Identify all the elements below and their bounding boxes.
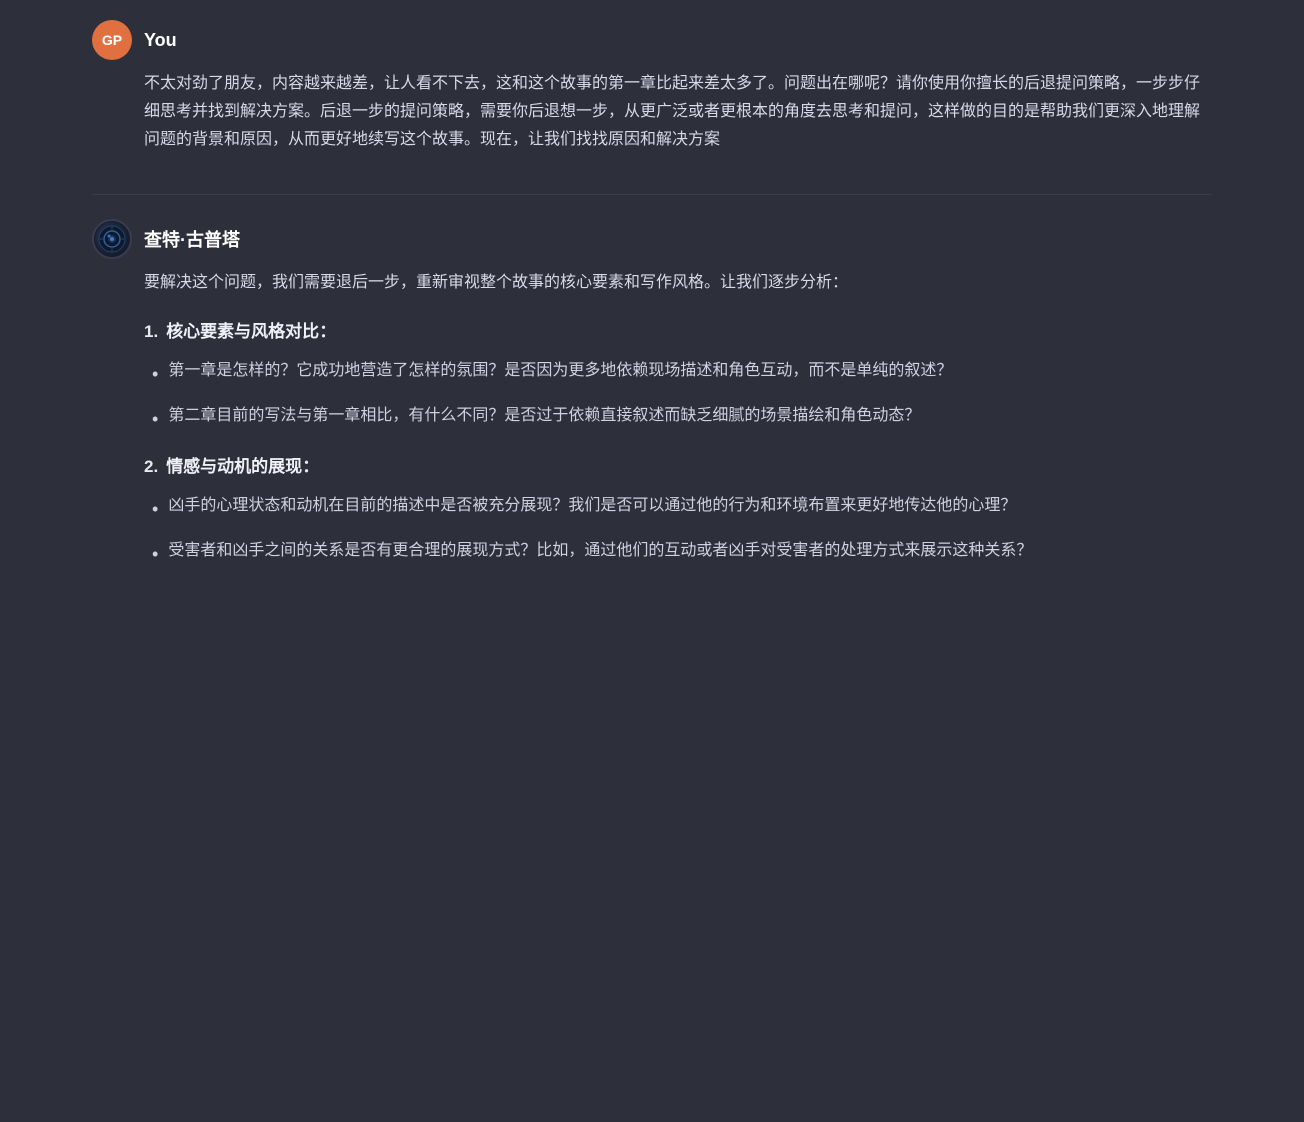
bot-avatar-icon [98, 225, 126, 253]
section-2-title-bold: 情感与动机的展现 [166, 457, 302, 476]
bot-message-block: 查特·古普塔 要解决这个问题，我们需要退后一步，重新审视整个故事的核心要素和写作… [92, 219, 1212, 587]
section-1-header: 1. 核心要素与风格对比： [144, 317, 1212, 347]
bullet-dot-2-2: • [152, 539, 158, 571]
bullet-item-2-1: • 凶手的心理状态和动机在目前的描述中是否被充分展现？我们是否可以通过他的行为和… [152, 492, 1212, 526]
section-2-bullets: • 凶手的心理状态和动机在目前的描述中是否被充分展现？我们是否可以通过他的行为和… [152, 492, 1212, 571]
bot-avatar [92, 219, 132, 259]
bullet-item-1-2: • 第二章目前的写法与第一章相比，有什么不同？是否过于依赖直接叙述而缺乏细腻的场… [152, 402, 1212, 436]
message-divider [92, 194, 1212, 195]
section-1-colon: ： [319, 322, 336, 341]
user-message-text: 不太对劲了朋友，内容越来越差，让人看不下去，这和这个故事的第一章比起来差太多了。… [144, 70, 1212, 154]
bullet-text-2-1: 凶手的心理状态和动机在目前的描述中是否被充分展现？我们是否可以通过他的行为和环境… [168, 492, 1016, 520]
bot-intro-text: 要解决这个问题，我们需要退后一步，重新审视整个故事的核心要素和写作风格。让我们逐… [144, 269, 1212, 297]
bot-sections-list: 1. 核心要素与风格对比： • 第一章是怎样的？它成功地营造了怎样的氛围？是否因… [144, 317, 1212, 571]
section-1-title: 核心要素与风格对比： [166, 317, 336, 347]
bullet-text-1-1: 第一章是怎样的？它成功地营造了怎样的氛围？是否因为更多地依赖现场描述和角色互动，… [168, 357, 952, 385]
section-2-colon: ： [302, 457, 319, 476]
section-2-title: 情感与动机的展现： [166, 452, 319, 482]
bullet-text-1-2: 第二章目前的写法与第一章相比，有什么不同？是否过于依赖直接叙述而缺乏细腻的场景描… [168, 402, 920, 430]
user-avatar: GP [92, 20, 132, 60]
bot-message-header: 查特·古普塔 [92, 219, 1212, 259]
section-item-2: 2. 情感与动机的展现： • 凶手的心理状态和动机在目前的描述中是否被充分展现？… [144, 452, 1212, 571]
section-item-1: 1. 核心要素与风格对比： • 第一章是怎样的？它成功地营造了怎样的氛围？是否因… [144, 317, 1212, 436]
bullet-dot-1-2: • [152, 404, 158, 436]
bullet-text-2-2: 受害者和凶手之间的关系是否有更合理的展现方式？比如，通过他们的互动或者凶手对受害… [168, 537, 1032, 565]
user-message-block: GP You 不太对劲了朋友，内容越来越差，让人看不下去，这和这个故事的第一章比… [92, 20, 1212, 162]
section-1-title-bold: 核心要素与风格对比 [166, 322, 319, 341]
user-username: You [144, 30, 177, 51]
user-message-content: 不太对劲了朋友，内容越来越差，让人看不下去，这和这个故事的第一章比起来差太多了。… [144, 70, 1212, 162]
bot-username: 查特·古普塔 [144, 226, 240, 252]
section-2-header: 2. 情感与动机的展现： [144, 452, 1212, 482]
bullet-dot-1-1: • [152, 359, 158, 391]
section-1-number: 1. [144, 317, 158, 347]
bullet-item-1-1: • 第一章是怎样的？它成功地营造了怎样的氛围？是否因为更多地依赖现场描述和角色互… [152, 357, 1212, 391]
user-message-header: GP You [92, 20, 1212, 60]
section-2-number: 2. [144, 452, 158, 482]
bot-message-content: 要解决这个问题，我们需要退后一步，重新审视整个故事的核心要素和写作风格。让我们逐… [144, 269, 1212, 587]
bot-avatar-inner [95, 222, 129, 256]
chat-container: GP You 不太对劲了朋友，内容越来越差，让人看不下去，这和这个故事的第一章比… [52, 0, 1252, 607]
bullet-item-2-2: • 受害者和凶手之间的关系是否有更合理的展现方式？比如，通过他们的互动或者凶手对… [152, 537, 1212, 571]
bullet-dot-2-1: • [152, 494, 158, 526]
section-1-bullets: • 第一章是怎样的？它成功地营造了怎样的氛围？是否因为更多地依赖现场描述和角色互… [152, 357, 1212, 436]
